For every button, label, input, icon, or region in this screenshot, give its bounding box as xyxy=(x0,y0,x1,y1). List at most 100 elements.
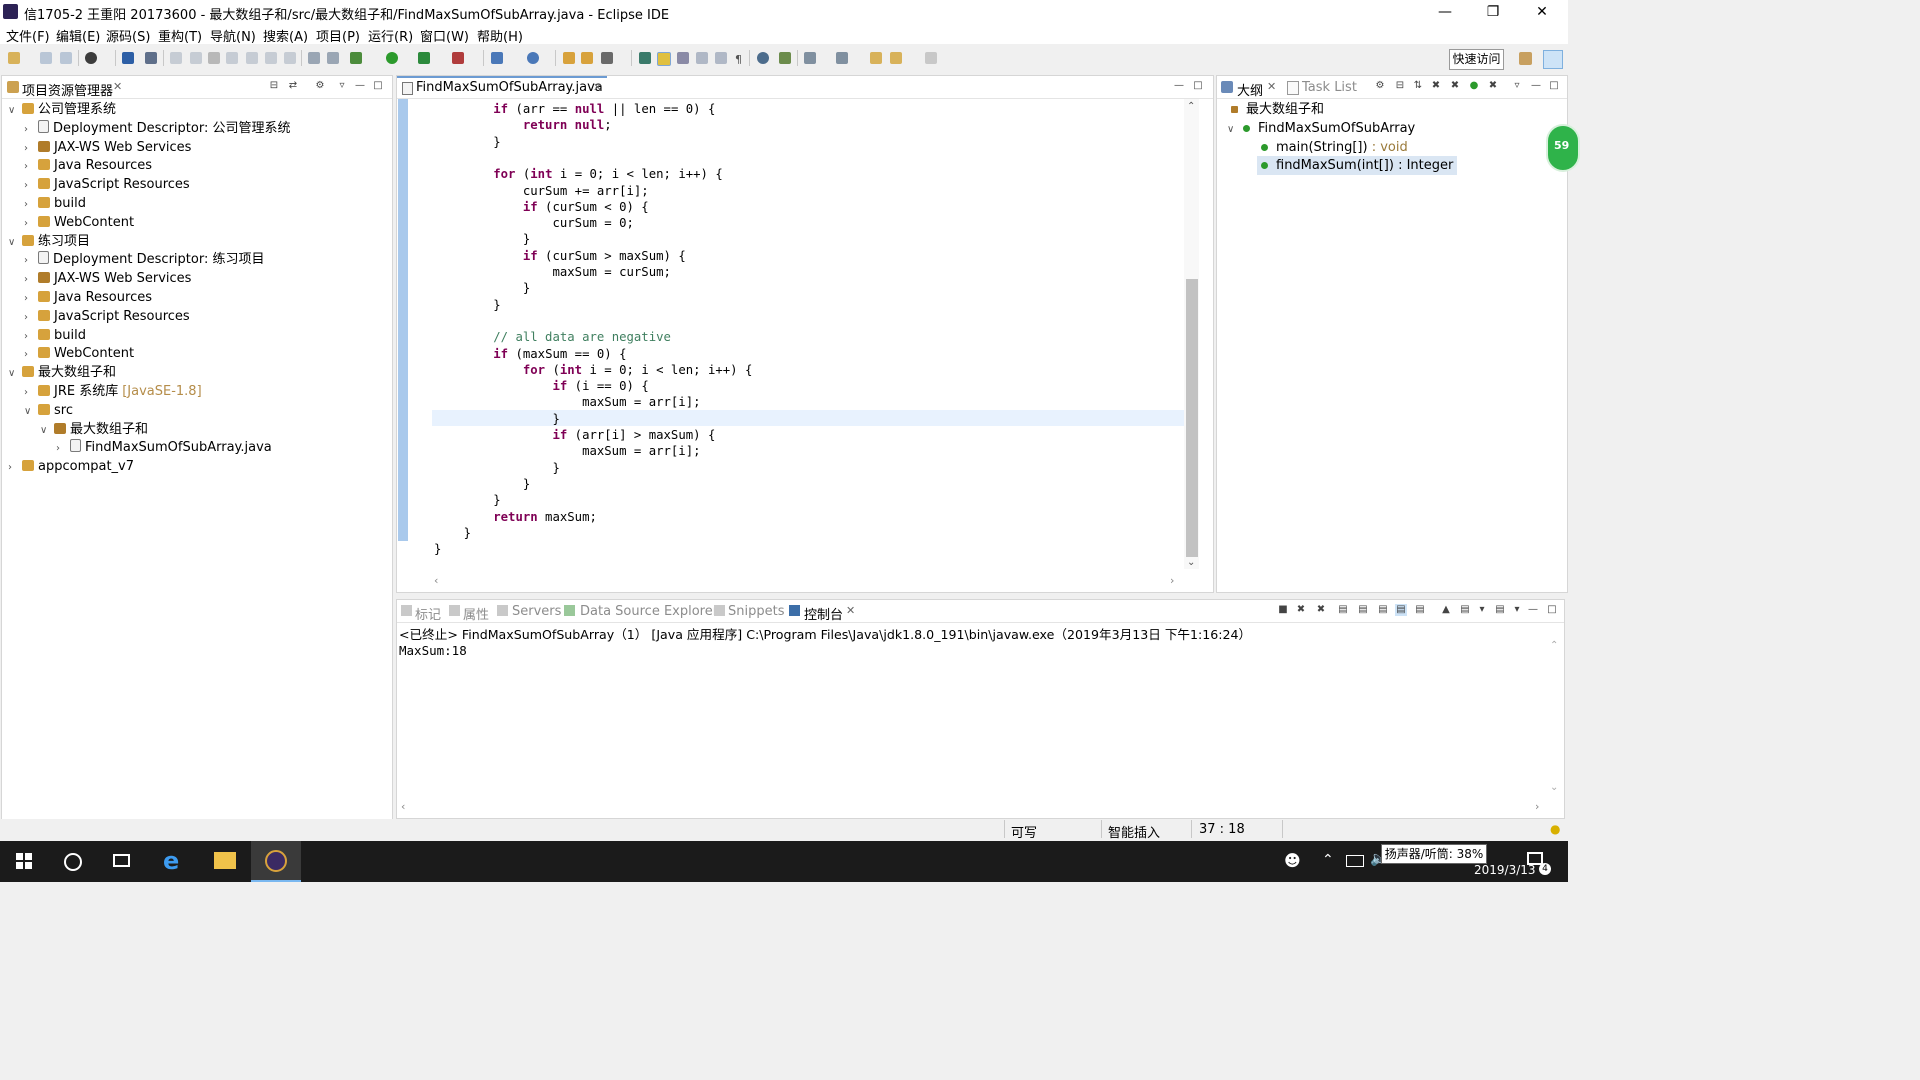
editor-vertical-scrollbar[interactable]: ⌃ ⌄ xyxy=(1184,99,1199,569)
java-ee-perspective-icon[interactable] xyxy=(1543,50,1563,69)
minimize-view-icon[interactable]: — xyxy=(1173,80,1185,92)
chevron-down-icon[interactable]: ∨ xyxy=(40,421,52,440)
menu-search[interactable]: 搜索(A) xyxy=(263,26,308,45)
chevron-down-icon[interactable]: ∨ xyxy=(8,364,20,383)
tab-servers[interactable]: Servers xyxy=(512,604,561,619)
close-tab-icon[interactable]: ✕ xyxy=(593,81,602,94)
chevron-right-icon[interactable]: › xyxy=(24,289,36,308)
terminal-icon[interactable] xyxy=(122,52,134,64)
tree-item[interactable]: ∨ 最大数组子和 xyxy=(40,420,148,439)
step-over-icon[interactable] xyxy=(265,52,277,64)
chevron-down-icon[interactable]: ∨ xyxy=(8,101,20,120)
tree-item[interactable]: ∨ 最大数组子和 xyxy=(8,363,116,382)
tree-item[interactable]: › WebContent xyxy=(24,344,134,363)
tree-item[interactable]: › JavaScript Resources xyxy=(24,307,190,326)
quick-access-field[interactable]: 快速访问 xyxy=(1449,49,1504,70)
action-center-icon[interactable] xyxy=(1527,852,1543,865)
word-wrap-icon[interactable] xyxy=(715,52,727,64)
close-button[interactable]: ✕ xyxy=(1519,2,1565,22)
console-output[interactable]: MaxSum:18 xyxy=(399,643,467,658)
hide-local-types-icon[interactable]: ✖ xyxy=(1487,80,1499,92)
cortana-icon[interactable] xyxy=(64,853,82,871)
minimize-view-icon[interactable]: — xyxy=(1530,80,1542,92)
new-java-project-icon[interactable] xyxy=(491,52,503,64)
menu-refactor[interactable]: 重构(T) xyxy=(158,26,202,45)
menu-navigate[interactable]: 导航(N) xyxy=(210,26,256,45)
tree-item[interactable]: › build xyxy=(24,326,86,345)
file-explorer-icon[interactable] xyxy=(214,852,236,869)
sort-icon[interactable]: ⇅ xyxy=(1412,80,1424,92)
toggle-block-selection-icon[interactable] xyxy=(677,52,689,64)
show-on-error-icon[interactable]: ▤ xyxy=(1414,604,1426,616)
minimize-view-icon[interactable]: — xyxy=(1527,604,1539,616)
step-into-icon[interactable] xyxy=(246,52,258,64)
chevron-right-icon[interactable]: › xyxy=(8,458,20,477)
chevron-right-icon[interactable]: › xyxy=(24,139,36,158)
open-console-icon[interactable]: ▤ xyxy=(1494,604,1506,616)
chevron-right-icon[interactable]: › xyxy=(24,120,36,139)
people-icon[interactable]: ☻ xyxy=(1284,851,1301,870)
restore-button[interactable]: ❐ xyxy=(1470,2,1516,22)
outline-item[interactable]: findMaxSum(int[]) : Integer xyxy=(1257,156,1458,176)
resume-icon[interactable] xyxy=(170,52,182,64)
chevron-right-icon[interactable]: › xyxy=(24,214,36,233)
chevron-right-icon[interactable]: › xyxy=(24,157,36,176)
minimize-view-icon[interactable]: — xyxy=(354,80,366,92)
chevron-right-icon[interactable]: › xyxy=(24,345,36,364)
menu-project[interactable]: 项目(P) xyxy=(316,26,360,45)
tree-item[interactable]: › appcompat_v7 xyxy=(8,457,134,476)
battery-icon[interactable] xyxy=(1346,855,1364,867)
coverage-icon[interactable] xyxy=(418,52,430,64)
new-java-class-icon[interactable] xyxy=(527,52,539,64)
console-horizontal-scrollbar[interactable]: ‹ › xyxy=(399,800,1549,815)
outline-item[interactable]: 最大数组子和 xyxy=(1227,100,1324,119)
task-list-tab[interactable]: Task List xyxy=(1302,80,1357,95)
chevron-right-icon[interactable]: › xyxy=(24,270,36,289)
pilcrow-icon[interactable]: ¶ xyxy=(735,53,742,66)
menu-file[interactable]: 文件(F) xyxy=(6,26,50,45)
new-icon[interactable] xyxy=(8,52,20,64)
menu-window[interactable]: 窗口(W) xyxy=(420,26,469,45)
disconnect-icon[interactable] xyxy=(226,52,238,64)
scroll-up-icon[interactable]: ⌃ xyxy=(1187,101,1195,112)
view-menu-icon[interactable]: ▿ xyxy=(1511,80,1523,92)
scroll-left-icon[interactable]: ‹ xyxy=(401,800,405,813)
open-type-icon[interactable] xyxy=(563,52,575,64)
sync-icon[interactable]: ⚙ xyxy=(1374,80,1386,92)
link-with-editor-icon[interactable]: ⇄ xyxy=(287,80,299,92)
tree-item[interactable]: › JRE 系统库 [JavaSE-1.8] xyxy=(24,382,202,401)
tree-item[interactable]: › Java Resources xyxy=(24,288,152,307)
chevron-right-icon[interactable]: › xyxy=(56,439,68,458)
skip-breakpoints-icon[interactable] xyxy=(145,52,157,64)
toggle-mark-occurrences-icon[interactable] xyxy=(657,52,671,66)
tab-snippets[interactable]: Snippets xyxy=(728,604,784,619)
console-dropdown-icon[interactable]: ▾ xyxy=(1476,604,1488,616)
view-menu-icon[interactable]: ▿ xyxy=(336,80,348,92)
display-console-icon[interactable]: ▤ xyxy=(1459,604,1471,616)
tree-item[interactable]: › FindMaxSumOfSubArray.java xyxy=(56,438,272,457)
minimize-button[interactable]: — xyxy=(1422,2,1468,22)
windows-start-icon[interactable] xyxy=(16,853,32,869)
hide-static-icon[interactable]: ✖ xyxy=(1449,80,1461,92)
drop-to-frame-icon[interactable] xyxy=(308,52,320,64)
open-perspective-icon[interactable] xyxy=(1519,52,1532,65)
show-hidden-icons-icon[interactable]: ⌃ xyxy=(1322,852,1334,868)
performance-badge[interactable]: 59 xyxy=(1546,124,1580,172)
editor-tab-active[interactable]: FindMaxSumOfSubArray.java ✕ xyxy=(397,76,607,98)
scroll-down-icon[interactable]: ⌄ xyxy=(1550,782,1558,793)
chevron-down-icon[interactable]: ∨ xyxy=(1227,120,1239,139)
last-edit-location-icon[interactable] xyxy=(870,52,882,64)
pin-editor-icon[interactable] xyxy=(779,52,791,64)
editor-scroll-thumb[interactable] xyxy=(1186,279,1198,557)
tree-item[interactable]: › WebContent xyxy=(24,213,134,232)
tree-item[interactable]: › Deployment Descriptor: 练习项目 xyxy=(24,250,264,269)
show-whitespace-icon[interactable] xyxy=(696,52,708,64)
suspend-icon[interactable] xyxy=(190,52,202,64)
console-vertical-scrollbar[interactable]: ⌃ ⌄ xyxy=(1549,640,1562,796)
debug-icon[interactable] xyxy=(350,52,362,64)
open-task-icon[interactable] xyxy=(581,52,593,64)
scroll-left-icon[interactable]: ‹ xyxy=(434,574,438,587)
tree-item[interactable]: › JAX-WS Web Services xyxy=(24,138,191,157)
terminate-console-icon[interactable]: ■ xyxy=(1277,604,1289,616)
collapse-all-icon[interactable]: ⊟ xyxy=(268,80,280,92)
